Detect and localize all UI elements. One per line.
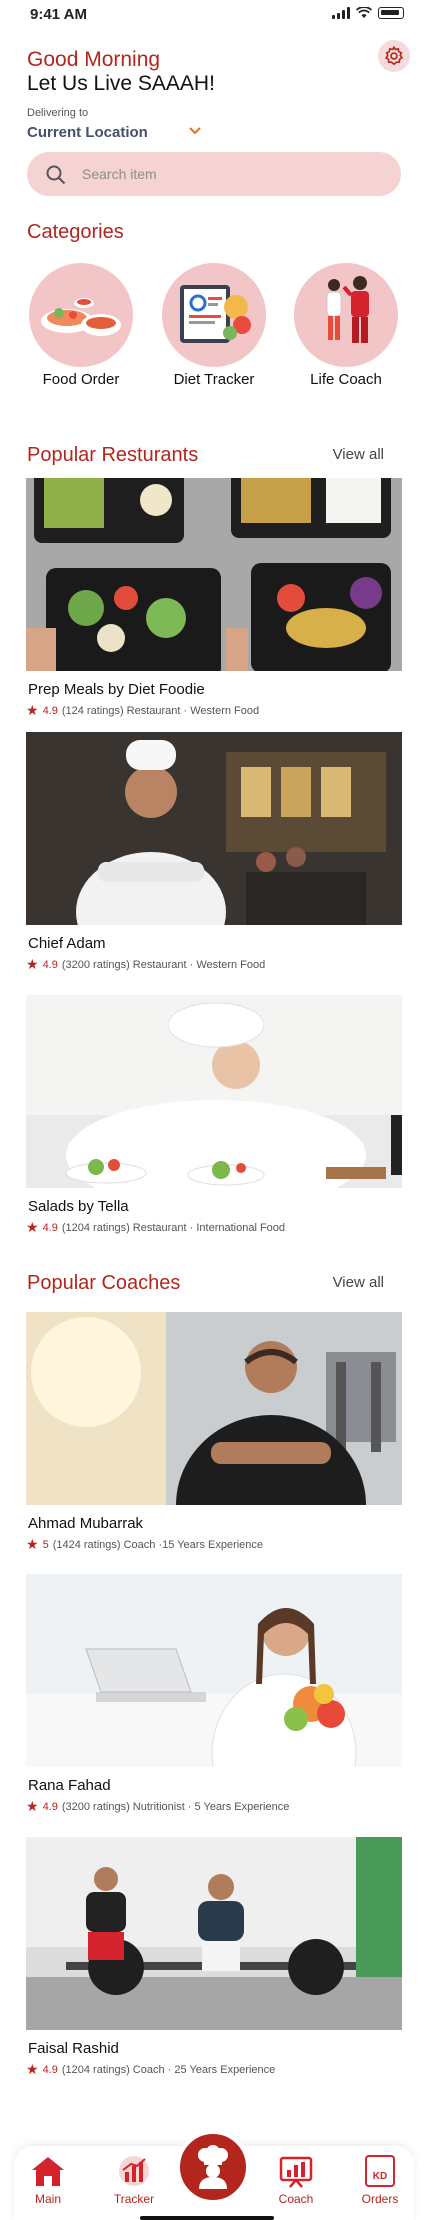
category-label: Food Order	[42, 371, 120, 388]
settings-button[interactable]	[378, 40, 410, 72]
chef-icon	[198, 2145, 228, 2189]
coach-name: Rana Fahad	[28, 1777, 111, 1794]
search-bar[interactable]: Search item	[27, 152, 401, 196]
coach-card[interactable]: Rana Fahad ★ 4.9 (3200 ratings) Nutritio…	[26, 1574, 402, 1815]
greeting-text: Good Morning	[27, 48, 161, 71]
chevron-down-icon[interactable]	[188, 126, 202, 136]
coach-name: Faisal Rashid	[28, 2040, 119, 2057]
restaurant-card[interactable]: Salads by Tella ★ 4.9 (1204 ratings) Res…	[26, 995, 402, 1236]
star-icon: ★	[26, 2061, 39, 2077]
restaurant-meta: ★ 4.9 (1204 ratings) Restaurant · Intern…	[26, 1219, 402, 1236]
nav-label: Coach	[278, 2192, 314, 2206]
battery-icon	[378, 7, 404, 19]
nav-item-coach[interactable]: Coach	[266, 2152, 326, 2206]
category-diet-tracker[interactable]: Diet Tracker	[154, 263, 274, 388]
restaurant-card[interactable]: Chief Adam ★ 4.9 (3200 ratings) Restaura…	[26, 732, 402, 973]
restaurants-title: Popular Resturants	[27, 444, 199, 466]
rating-details: (3200 ratings) Nutritionist · 5 Years Ex…	[61, 1800, 290, 1813]
categories-title: Categories	[27, 221, 124, 243]
category-food-order[interactable]: Food Order	[21, 263, 141, 388]
nav-label: Tracker	[113, 2192, 155, 2206]
search-input[interactable]: Search item	[82, 166, 157, 182]
rating-details: (1204 ratings) Restaurant · Internationa…	[61, 1221, 286, 1234]
rating-value: 4.9	[42, 1221, 58, 1234]
receipt-icon: KD	[365, 2155, 395, 2187]
coach-board-icon	[279, 2156, 313, 2188]
coach-image	[26, 1837, 402, 2030]
rating-value: 4.9	[42, 958, 58, 971]
gear-icon	[384, 45, 404, 66]
coaches-view-all-link[interactable]: View all	[333, 1274, 384, 1291]
status-bar: 9:41 AM	[0, 0, 428, 30]
rating-value: 4.9	[42, 2063, 58, 2076]
coach-card[interactable]: Faisal Rashid ★ 4.9 (1204 ratings) Coach…	[26, 1837, 402, 2078]
coach-meta: ★ 4.9 (1204 ratings) Coach · 25 Years Ex…	[26, 2061, 402, 2078]
home-icon	[32, 2157, 64, 2186]
life-coach-illustration	[294, 263, 398, 367]
rating-value: 4.9	[42, 704, 58, 717]
restaurant-image	[26, 995, 402, 1188]
delivering-label: Delivering to	[27, 107, 89, 119]
restaurant-name: Salads by Tella	[28, 1198, 129, 1215]
category-label: Life Coach	[310, 371, 382, 388]
food-order-illustration	[29, 263, 133, 367]
restaurant-meta: ★ 4.9 (124 ratings) Restaurant · Western…	[26, 702, 402, 719]
rating-details: (1204 ratings) Coach · 25 Years Experien…	[61, 2063, 276, 2076]
coach-name: Ahmad Mubarrak	[28, 1515, 144, 1532]
rating-value: 4.9	[42, 1800, 58, 1813]
rating-details: (1424 ratings) Coach ·15 Years Experienc…	[52, 1538, 264, 1551]
star-icon: ★	[26, 702, 39, 718]
star-icon: ★	[26, 1798, 39, 1814]
rating-details: (3200 ratings) Restaurant · Western Food	[61, 958, 266, 971]
coach-image	[26, 1574, 402, 1767]
orders-currency-badge: KD	[372, 2171, 388, 2182]
restaurants-view-all-link[interactable]: View all	[333, 446, 384, 463]
tracker-chart-icon	[119, 2156, 149, 2186]
bottom-navigation: Main Tracker Coach KD Orders	[0, 2130, 428, 2220]
chef-fab-button[interactable]	[176, 2130, 250, 2204]
home-indicator	[140, 2216, 274, 2220]
nav-label: Orders	[361, 2192, 399, 2206]
coach-meta: ★ 4.9 (3200 ratings) Nutritionist · 5 Ye…	[26, 1798, 402, 1815]
star-icon: ★	[26, 956, 39, 972]
status-time: 9:41 AM	[30, 6, 87, 23]
coaches-title: Popular Coaches	[27, 1272, 181, 1294]
coach-card[interactable]: Ahmad Mubarrak ★ 5 (1424 ratings) Coach …	[26, 1312, 402, 1553]
category-life-coach[interactable]: Life Coach	[286, 263, 406, 388]
location-selector[interactable]: Current Location	[27, 124, 148, 141]
nav-item-orders[interactable]: KD Orders	[350, 2152, 410, 2206]
signal-icon	[332, 7, 350, 19]
restaurant-image	[26, 732, 402, 925]
restaurant-name: Prep Meals by Diet Foodie	[28, 681, 205, 698]
star-icon: ★	[26, 1219, 39, 1235]
coach-meta: ★ 5 (1424 ratings) Coach ·15 Years Exper…	[26, 1536, 402, 1553]
restaurant-image	[26, 478, 402, 671]
category-label: Diet Tracker	[173, 371, 255, 388]
nav-label: Main	[34, 2192, 61, 2206]
restaurant-name: Chief Adam	[28, 935, 106, 952]
status-icons	[332, 7, 404, 19]
tagline-text: Let Us Live SAAAH!	[27, 72, 215, 95]
star-icon: ★	[26, 1536, 39, 1552]
rating-value: 5	[42, 1538, 49, 1551]
restaurant-meta: ★ 4.9 (3200 ratings) Restaurant · Wester…	[26, 956, 402, 973]
rating-details: (124 ratings) Restaurant · Western Food	[61, 704, 260, 717]
diet-tracker-illustration	[162, 263, 266, 367]
nav-item-main[interactable]: Main	[18, 2152, 78, 2206]
wifi-icon	[356, 7, 372, 18]
restaurant-card[interactable]: Prep Meals by Diet Foodie ★ 4.9 (124 rat…	[26, 478, 402, 719]
search-icon	[46, 165, 66, 185]
nav-item-tracker[interactable]: Tracker	[104, 2152, 164, 2206]
coach-image	[26, 1312, 402, 1505]
